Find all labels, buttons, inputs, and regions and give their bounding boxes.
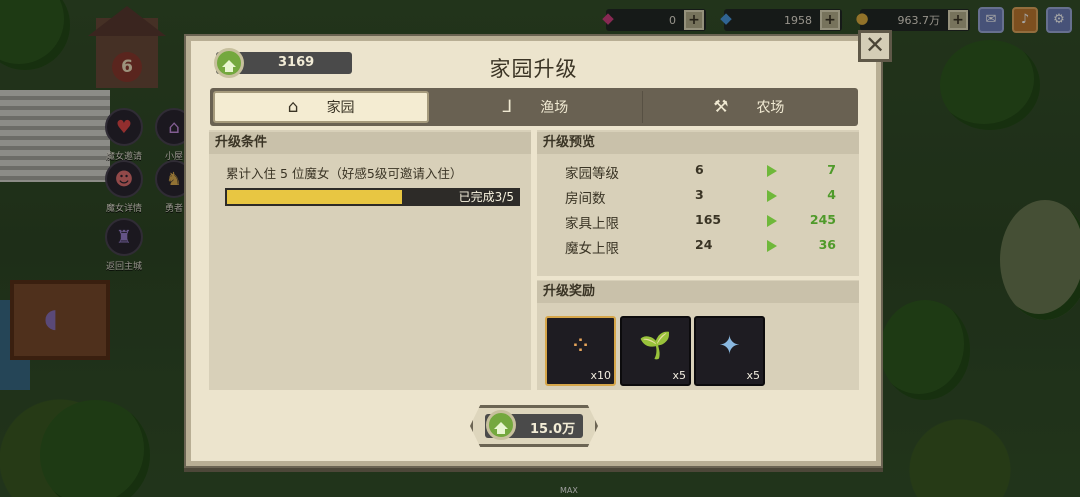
- rewards-heading: 升级奖励: [537, 281, 859, 303]
- requirement-text: 累计入住 5 位魔女（好感5级可邀请入住）: [226, 166, 463, 181]
- close-icon: ✕: [864, 31, 886, 59]
- sprout-pot-icon: 🌱: [639, 330, 672, 361]
- preview-row: 房间数 3 4: [565, 187, 836, 207]
- upgrade-tabs: ⌂ 家园 ⅃ 渔场 ⚒ 农场: [210, 88, 858, 126]
- shovel-icon: ⚒: [713, 97, 729, 117]
- home-coin-icon: [214, 48, 244, 78]
- play-arrow-icon: [767, 240, 777, 252]
- close-button[interactable]: ✕: [858, 30, 892, 62]
- play-arrow-icon: [767, 165, 777, 177]
- requirements-heading: 升级条件: [209, 132, 531, 154]
- home-coin-icon: [486, 410, 516, 440]
- fishing-hook-icon: ⅃: [502, 97, 513, 117]
- progress-text: 已完成3/5: [458, 190, 514, 204]
- play-arrow-icon: [767, 215, 777, 227]
- house-outline-icon: ⌂: [287, 97, 299, 117]
- reward-item[interactable]: 🌱 x5: [620, 316, 691, 386]
- treasure-chest-icon: ✦: [718, 330, 741, 361]
- reward-item[interactable]: ⁘ x10: [545, 316, 616, 386]
- home-currency-balance: 3169: [214, 48, 352, 78]
- progress-fill: [227, 190, 402, 204]
- tab-home[interactable]: ⌂ 家园: [213, 91, 430, 123]
- reward-item[interactable]: ✦ x5: [694, 316, 765, 386]
- play-arrow-icon: [767, 190, 777, 202]
- tab-farm[interactable]: ⚒ 农场: [643, 91, 855, 123]
- preview-row: 魔女上限 24 36: [565, 237, 836, 257]
- tab-fishery[interactable]: ⅃ 渔场: [429, 91, 643, 123]
- seeds-icon: ⁘: [569, 330, 592, 361]
- preview-row: 家具上限 165 245: [565, 212, 836, 232]
- upgrade-cost: 15.0万: [530, 422, 576, 437]
- preview-heading: 升级预览: [537, 132, 859, 154]
- preview-row: 家园等级 6 7: [565, 162, 836, 182]
- requirement-progress-bar: 已完成3/5: [225, 188, 520, 206]
